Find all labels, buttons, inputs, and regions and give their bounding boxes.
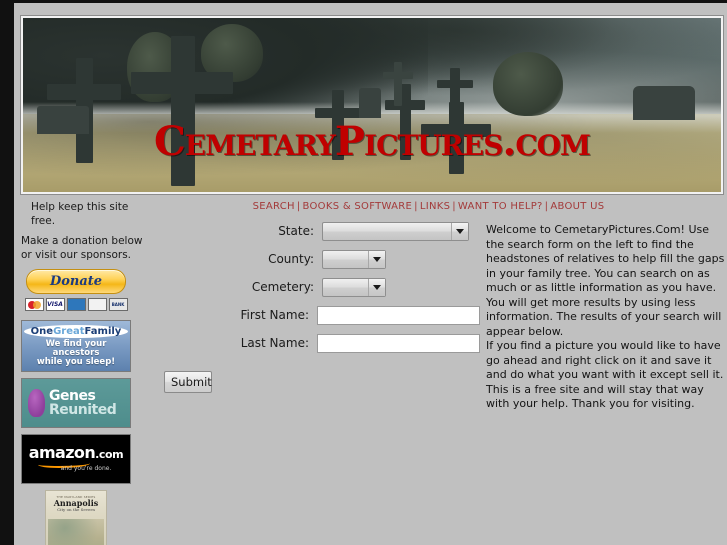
ogf-word-great: Great [53, 325, 85, 337]
chevron-down-icon[interactable] [368, 250, 385, 268]
cross-5 [383, 62, 413, 106]
genes-figure-icon [28, 388, 45, 417]
form-row-last-name: Last Name: [160, 333, 480, 353]
cemetery-select-value [323, 279, 368, 296]
cemetery-label: Cemetery: [251, 280, 314, 294]
onegreatfamily-logo: OneGreatFamily [23, 324, 129, 338]
form-row-submit: Submit [160, 371, 480, 393]
ad-amazon[interactable]: amazon .com and you're done. [21, 433, 131, 484]
nav-separator: | [296, 201, 301, 212]
ad-onegreatfamily[interactable]: OneGreatFamily We find your ancestors wh… [21, 319, 131, 372]
form-row-state: State: [160, 221, 480, 241]
amazon-logo: amazon .com [29, 445, 124, 461]
nav-item-search[interactable]: SEARCH [253, 201, 295, 212]
submit-button[interactable]: Submit [164, 371, 212, 393]
site-title-part-2: Pictures [334, 118, 504, 165]
site-title: CemetaryPictures.com [23, 122, 721, 162]
bush-3 [493, 52, 563, 116]
nav-separator: | [414, 201, 418, 212]
first-name-field[interactable] [317, 305, 480, 325]
last-name-label: Last Name: [240, 336, 309, 350]
site-title-part-3: .com [502, 118, 591, 165]
state-select-value [323, 223, 451, 240]
ogf-tagline-line-2: while you sleep! [36, 356, 116, 367]
genes-word-2: Reunited [49, 401, 117, 418]
page-inner-frame: CemetaryPictures.com SEARCH | BOOKS & SOFT… [7, 3, 727, 545]
ogf-word-one: One [30, 325, 54, 337]
nav-item-want-to-help[interactable]: WANT TO HELP? [458, 201, 543, 212]
nav-item-links[interactable]: LINKS [420, 201, 450, 212]
book-promo[interactable]: THE MARYLAND SERIES Annapolis City on th… [21, 489, 131, 545]
site-banner[interactable]: CemetaryPictures.com [20, 15, 724, 195]
welcome-paragraph-1: Welcome to CemetaryPictures.Com! Use the… [486, 223, 725, 338]
form-row-first-name: First Name: [160, 305, 480, 325]
state-select[interactable] [322, 221, 469, 241]
ad-genes-reunited[interactable]: Genes Reunited [21, 377, 131, 428]
cemetery-photo [23, 18, 721, 192]
mastercard-icon [24, 297, 44, 311]
window-left-edge [7, 3, 14, 545]
accepted-cards: VISA BANK [21, 297, 131, 311]
keep-site-free-text: Help keep this site free. [31, 201, 129, 227]
amex-icon [66, 297, 86, 311]
cemetery-select[interactable] [322, 277, 386, 297]
first-name-label: First Name: [240, 308, 309, 322]
last-name-field[interactable] [317, 333, 480, 353]
form-row-cemetery: Cemetery: [160, 277, 480, 297]
amazon-word-1: amazon [28, 443, 96, 463]
county-select-value [323, 251, 368, 268]
nav-separator: | [452, 201, 456, 212]
headstone-1 [359, 88, 381, 118]
book-cover-title: Annapolis [53, 497, 99, 508]
ogf-tagline-line-1: We find your ancestors [45, 338, 107, 358]
amazon-word-2: .com [95, 448, 124, 462]
book-cover-image[interactable]: THE MARYLAND SERIES Annapolis City on th… [45, 489, 107, 545]
headstone-2 [633, 86, 695, 120]
chevron-down-icon[interactable] [368, 278, 385, 296]
genes-reunited-logo: Genes Reunited [49, 387, 117, 418]
nav-item-about-us[interactable]: ABOUT US [550, 201, 604, 212]
welcome-text: Welcome to CemetaryPictures.Com! Use the… [486, 223, 727, 412]
state-label: State: [278, 224, 314, 238]
county-label: County: [268, 252, 314, 266]
paypal-donate-block: Donate VISA BANK [21, 268, 131, 311]
discover-icon [87, 297, 107, 311]
nav-item-books-software[interactable]: BOOKS & SOFTWARE [303, 201, 413, 212]
visa-icon: VISA [45, 297, 65, 311]
genes-word-1: Genes [49, 387, 96, 404]
sidebar: Help keep this site free. Make a donatio… [21, 201, 147, 545]
search-form: State: County: Cemetery: First Name: Las… [160, 221, 480, 393]
bank-icon: BANK [108, 297, 128, 311]
book-cover-illustration [48, 518, 104, 545]
amazon-tagline: and you're done. [60, 465, 112, 473]
browser-page: CemetaryPictures.com SEARCH | BOOKS & SOFT… [0, 0, 727, 545]
donate-button[interactable]: Donate [26, 268, 126, 294]
ogf-word-family: Family [84, 325, 122, 337]
form-row-county: County: [160, 249, 480, 269]
county-select[interactable] [322, 249, 386, 269]
site-title-part-1: Cemetary [153, 118, 336, 165]
book-cover-subtitle: City on the Severn [57, 507, 95, 513]
chevron-down-icon[interactable] [451, 222, 468, 240]
donation-note-text: Make a donation below or visit our spons… [21, 235, 143, 261]
ogf-tagline: We find your ancestors while you sleep! [22, 338, 130, 367]
welcome-paragraph-2: If you find a picture you would like to … [486, 339, 724, 411]
